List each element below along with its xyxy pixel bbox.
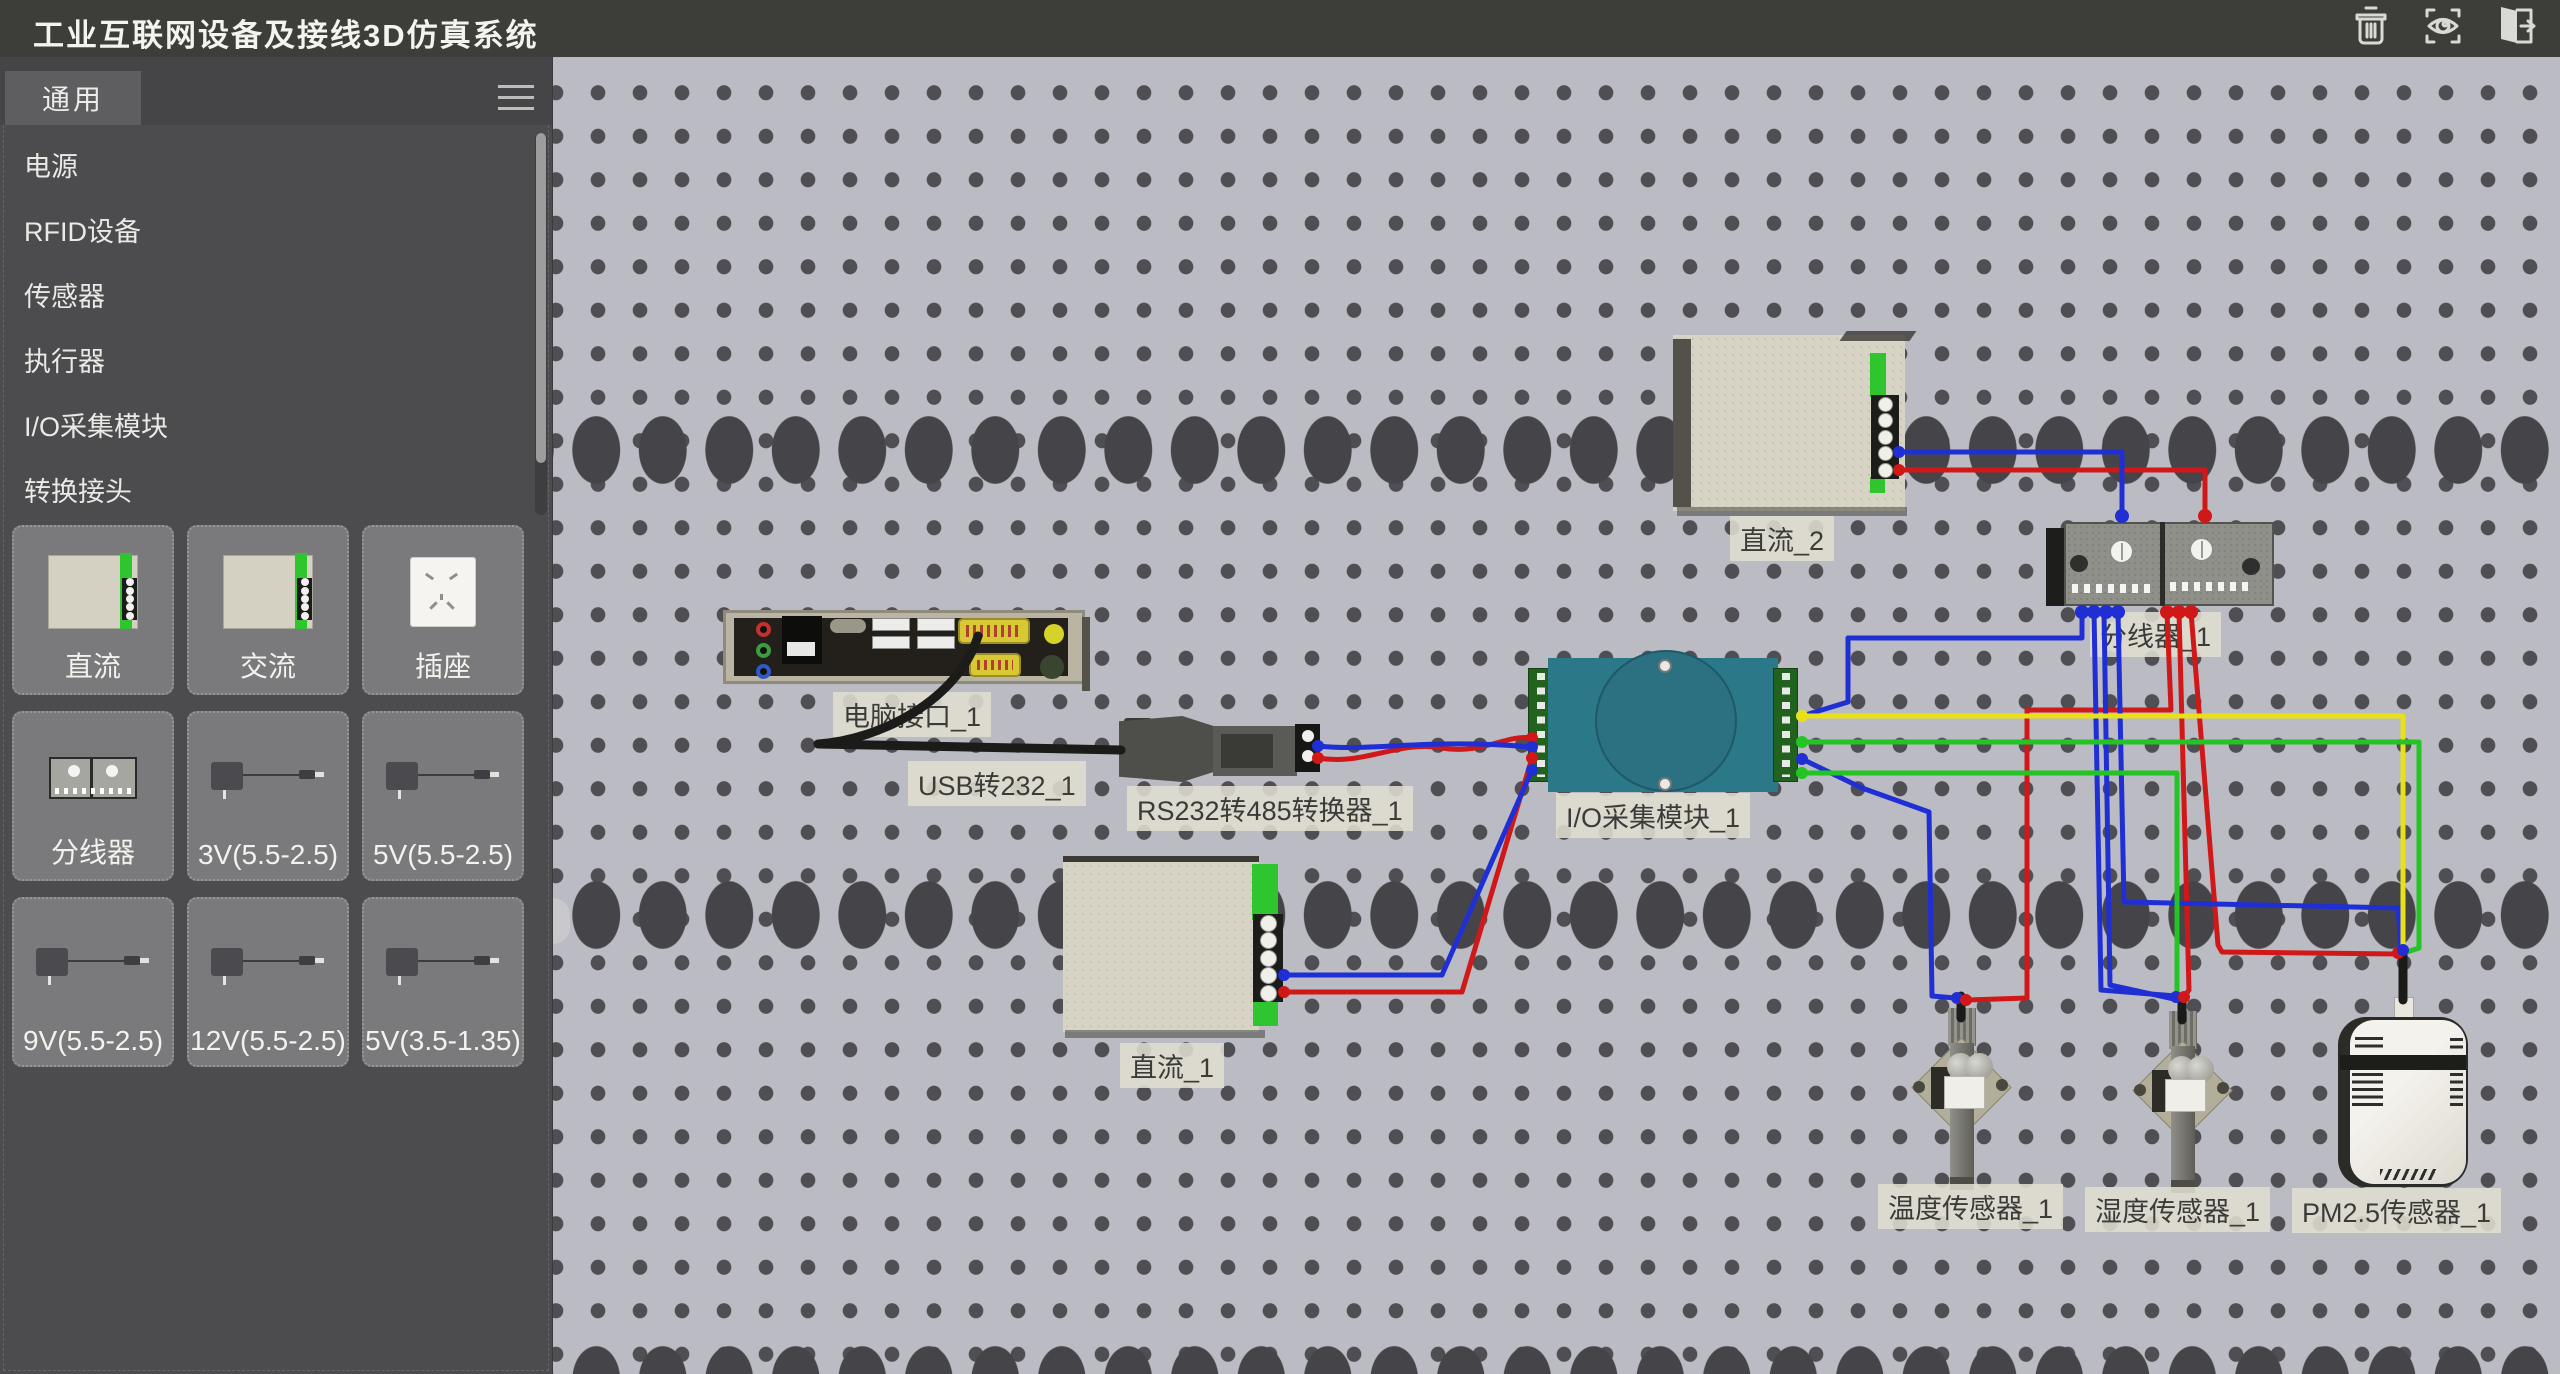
adapter-thumbnail: [364, 723, 522, 833]
ps2-slot: [830, 619, 866, 633]
device-temp-sensor[interactable]: [1911, 1005, 2013, 1195]
toolbar: [2346, 3, 2540, 53]
usb-ports: [917, 618, 955, 652]
sidebar-item-actuator[interactable]: 执行器: [0, 330, 552, 395]
category-menu: 电源 RFID设备 传感器 执行器 I/O采集模块 转换接头: [0, 135, 552, 525]
adapter-thumbnail: [364, 909, 522, 1019]
palette-card-ac[interactable]: 交流: [187, 525, 349, 695]
component-palette: 直流 交流 插座 分线器: [12, 525, 524, 1067]
palette-card-dc[interactable]: 直流: [12, 525, 174, 695]
serial-port-db25: [958, 618, 1030, 644]
device-io-module[interactable]: [1528, 656, 1798, 794]
sidebar: 通用 电源 RFID设备 传感器 执行器 I/O采集模块 转换接头 直流: [0, 57, 553, 1374]
view-preview-icon: [2419, 2, 2467, 55]
sidebar-item-converter[interactable]: 转换接头: [0, 460, 552, 525]
audio-jack-green: [756, 643, 771, 658]
adapter-thumbnail: [189, 723, 347, 833]
palette-card-3v[interactable]: 3V(5.5-2.5): [187, 711, 349, 881]
view-button[interactable]: [2418, 3, 2468, 53]
exit-icon: [2491, 2, 2539, 55]
sidebar-item-power[interactable]: 电源: [0, 135, 552, 200]
adapter-thumbnail: [14, 909, 172, 1019]
device-label: 直流_1: [1120, 1043, 1224, 1088]
device-label: I/O采集模块_1: [1556, 793, 1750, 838]
device-label: RS232转485转换器_1: [1127, 786, 1413, 831]
menu-icon[interactable]: [498, 85, 534, 118]
audio-jack-red: [756, 622, 771, 637]
sidebar-scrollbar[interactable]: [535, 133, 547, 515]
device-humidity-sensor[interactable]: [2132, 1008, 2234, 1198]
device-label: 分线器_1: [2090, 612, 2221, 657]
device-dc-power-2[interactable]: [1673, 333, 1913, 518]
adapter-thumbnail: [189, 909, 347, 1019]
app-title: 工业互联网设备及接线3D仿真系统: [33, 10, 539, 55]
palette-card-splitter[interactable]: 分线器: [12, 711, 174, 881]
device-label: 湿度传感器_1: [2085, 1187, 2270, 1232]
exit-button[interactable]: [2490, 3, 2540, 53]
audio-jack-blue: [756, 664, 771, 679]
device-pm25-sensor[interactable]: [2338, 1017, 2470, 1189]
round-connector-yellow: [1044, 624, 1064, 644]
dc-psu-thumbnail: [14, 537, 172, 647]
palette-card-5v[interactable]: 5V(5.5-2.5): [362, 711, 524, 881]
device-label: 温度传感器_1: [1878, 1184, 2063, 1229]
splitter-thumbnail: [14, 723, 172, 833]
trash-button[interactable]: [2346, 3, 2396, 53]
tab-general[interactable]: 通用: [5, 71, 141, 125]
io-terminal-strip-right: [1773, 668, 1798, 782]
ac-psu-thumbnail: [189, 537, 347, 647]
sidebar-item-io-module[interactable]: I/O采集模块: [0, 395, 552, 460]
device-rs232-485-converter[interactable]: [1119, 712, 1324, 786]
serial-port-db9: [969, 653, 1021, 677]
palette-card-9v[interactable]: 9V(5.5-2.5): [12, 897, 174, 1067]
top-bar: 工业互联网设备及接线3D仿真系统: [0, 0, 2560, 57]
socket-thumbnail: [364, 537, 522, 647]
sidebar-item-sensor[interactable]: 传感器: [0, 265, 552, 330]
device-splitter[interactable]: [2046, 520, 2276, 610]
usb-ports: [872, 618, 910, 652]
scrollbar-thumb[interactable]: [536, 133, 546, 463]
device-dc-power-1[interactable]: [1063, 856, 1263, 1041]
device-computer-port[interactable]: [723, 610, 1085, 684]
app-window: 工业互联网设备及接线3D仿真系统: [0, 0, 2560, 1374]
device-label: 电脑接口_1: [833, 692, 991, 737]
usb-port-used: [782, 616, 822, 664]
sidebar-tab-row: 通用: [0, 57, 552, 125]
device-label: 直流_2: [1730, 516, 1834, 561]
palette-card-5v-mini[interactable]: 5V(3.5-1.35): [362, 897, 524, 1067]
palette-card-12v[interactable]: 12V(5.5-2.5): [187, 897, 349, 1067]
device-label: USB转232_1: [908, 761, 1086, 806]
sidebar-item-rfid[interactable]: RFID设备: [0, 200, 552, 265]
palette-card-socket[interactable]: 插座: [362, 525, 524, 695]
trash-icon: [2347, 2, 2395, 55]
round-connector-green: [1040, 655, 1064, 679]
device-label: PM2.5传感器_1: [2292, 1188, 2501, 1233]
